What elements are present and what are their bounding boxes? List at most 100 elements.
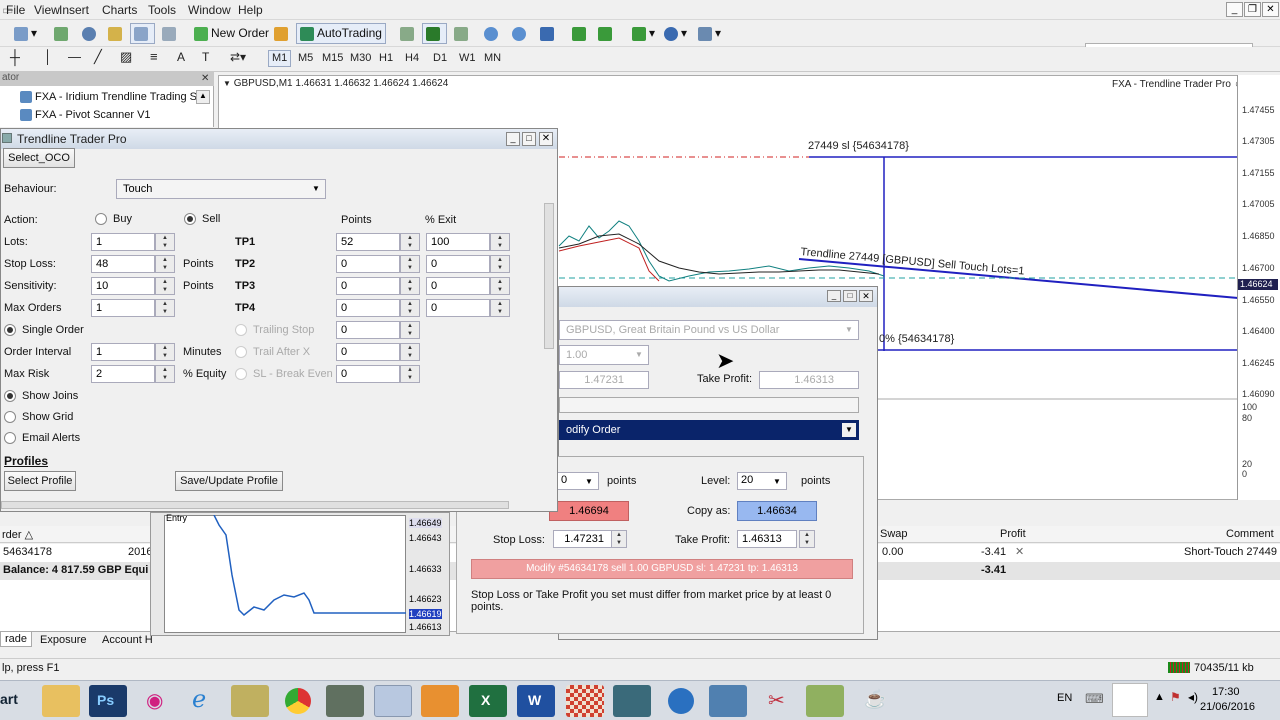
horizontal-line-icon[interactable]: — (68, 49, 81, 64)
tp2-exit-stepper[interactable]: ▲ ▼ (490, 255, 510, 273)
lots-input[interactable]: 1 (91, 233, 155, 251)
clock-time[interactable]: 17:30 (1212, 686, 1240, 698)
templates-icon[interactable]: ▾ (694, 23, 725, 44)
single-order-radio[interactable]: Single Order (4, 324, 84, 337)
menu-tools[interactable]: Tools (148, 3, 176, 17)
tp2-points-stepper[interactable]: ▲ ▼ (400, 255, 420, 273)
symbol-select[interactable]: GBPUSD, Great Britain Pound vs US Dollar… (559, 320, 859, 340)
volume-icon[interactable]: ◂) (1188, 690, 1198, 704)
navigator-scroll-up[interactable]: ▲ (196, 90, 210, 104)
dialog-close-icon[interactable]: ✕ (859, 290, 873, 302)
apps-grid-icon[interactable] (566, 685, 604, 717)
sell-radio[interactable]: Sell (184, 213, 220, 226)
trailing-stop-input[interactable]: 0 (336, 321, 400, 339)
sl-field-disabled[interactable]: 1.47231 (559, 371, 649, 389)
tt-maximize-icon[interactable]: □ (522, 132, 536, 146)
network-icon[interactable] (662, 685, 700, 717)
profiles-icon[interactable] (50, 23, 75, 44)
candlestick-icon[interactable] (422, 23, 447, 44)
take-profit-stepper[interactable]: ▲ ▼ (799, 530, 815, 548)
metaeditor-icon[interactable] (270, 23, 295, 44)
photoshop-icon[interactable]: Ps (89, 685, 127, 717)
tp2-exit-input[interactable]: 0 (426, 255, 490, 273)
timeframe-mn[interactable]: MN (484, 52, 501, 64)
market-watch-icon[interactable] (78, 23, 103, 44)
excel-icon[interactable]: X (469, 685, 507, 717)
take-profit-input[interactable]: 1.46313 (737, 530, 797, 548)
language-indicator[interactable]: EN (1057, 692, 1072, 704)
zoom-in-icon[interactable] (480, 23, 505, 44)
security-icon[interactable]: ⚑ (1170, 690, 1181, 704)
col-profit[interactable]: Profit (1000, 528, 1026, 540)
ie-icon[interactable]: ℯ (184, 685, 222, 717)
tp4-points-stepper[interactable]: ▲ ▼ (400, 299, 420, 317)
line-chart-icon[interactable] (450, 23, 475, 44)
volume-select[interactable]: 1.00 ▼ (559, 345, 649, 365)
tab-account-history[interactable]: Account H (102, 634, 153, 646)
channel-icon[interactable]: ▨ (120, 49, 132, 65)
breakeven-input[interactable]: 0 (336, 365, 400, 383)
indicators-icon[interactable]: ▾ (628, 23, 659, 44)
tray-expand-icon[interactable]: ▲ (1154, 691, 1165, 703)
breakeven-radio[interactable]: SL - Break Even (235, 368, 333, 381)
tp-field-disabled[interactable]: 1.46313 (759, 371, 859, 389)
tester-icon[interactable] (158, 23, 183, 44)
timeframe-m1[interactable]: M1 (268, 50, 292, 67)
select-profile-button[interactable]: Select Profile (4, 471, 76, 491)
tab-trade[interactable]: rade (0, 632, 33, 647)
max-risk-input[interactable]: 2 (91, 365, 155, 383)
text-label-icon[interactable]: T (202, 50, 209, 64)
metatrader-active-icon[interactable] (374, 685, 412, 717)
tray-panel[interactable] (1112, 683, 1148, 717)
autoscroll-icon[interactable] (568, 23, 593, 44)
navigator-item[interactable]: FXA - Iridium Trendline Trading Sys (20, 91, 208, 104)
menu-file[interactable]: File (6, 3, 25, 17)
terminal-icon[interactable] (130, 23, 155, 44)
calculator-icon[interactable] (613, 685, 651, 717)
sensitivity-stepper[interactable]: ▲ ▼ (155, 277, 175, 295)
text-icon[interactable]: A (177, 50, 185, 64)
menu-help[interactable]: Help (238, 3, 263, 17)
dialog-minimize-icon[interactable]: _ (827, 290, 841, 302)
stop-loss-stepper[interactable]: ▲ ▼ (155, 255, 175, 273)
zoom-out-icon[interactable] (508, 23, 533, 44)
vertical-line-icon[interactable]: │ (44, 49, 52, 64)
trail-after-stepper[interactable]: ▲ ▼ (400, 343, 420, 361)
show-grid-radio[interactable]: Show Grid (4, 411, 73, 424)
dialog-maximize-icon[interactable]: □ (843, 290, 857, 302)
tp2-points-input[interactable]: 0 (336, 255, 400, 273)
start-button[interactable]: art (0, 691, 18, 707)
tile-windows-icon[interactable] (536, 23, 561, 44)
autotrading-button[interactable]: AutoTrading (296, 23, 386, 44)
sensitivity-input[interactable]: 10 (91, 277, 155, 295)
navigator-close-icon[interactable]: ✕ (201, 73, 209, 84)
arrows-icon[interactable]: ⇄▾ (230, 50, 246, 64)
chrome-icon[interactable] (279, 685, 317, 717)
tp1-exit-stepper[interactable]: ▲ ▼ (490, 233, 510, 251)
points-select[interactable]: 0 ▼ (557, 472, 599, 490)
tp1-exit-input[interactable]: 100 (426, 233, 490, 251)
snipping-tool-icon[interactable]: ✂ (758, 685, 796, 717)
fibonacci-icon[interactable]: ≡ (150, 49, 158, 64)
stop-loss-stepper[interactable]: ▲ ▼ (611, 530, 627, 548)
max-orders-input[interactable]: 1 (91, 299, 155, 317)
email-alerts-radio[interactable]: Email Alerts (4, 432, 80, 445)
menu-insert[interactable]: Insert (59, 3, 89, 17)
tp3-points-input[interactable]: 0 (336, 277, 400, 295)
breakeven-stepper[interactable]: ▲ ▼ (400, 365, 420, 383)
close-icon[interactable]: ✕ (1262, 2, 1279, 17)
max-risk-stepper[interactable]: ▲ ▼ (155, 365, 175, 383)
crosshair-icon[interactable]: ┼ (10, 49, 20, 65)
tp3-exit-input[interactable]: 0 (426, 277, 490, 295)
word-icon[interactable]: W (517, 685, 555, 717)
keyboard-icon[interactable]: ⌨ (1085, 691, 1104, 707)
outlook-icon[interactable] (421, 685, 459, 717)
timeframe-m15[interactable]: M15 (322, 52, 343, 64)
tt-close-icon[interactable]: ✕ (539, 132, 553, 146)
trendline-icon[interactable]: ╱ (94, 49, 102, 65)
clock-date[interactable]: 21/06/2016 (1200, 701, 1255, 713)
maps-icon[interactable] (806, 685, 844, 717)
trail-after-radio[interactable]: Trail After X (235, 346, 310, 359)
navigator-item[interactable]: FXA - Pivot Scanner V1 (20, 109, 151, 122)
java-icon[interactable]: ☕ (854, 685, 892, 717)
